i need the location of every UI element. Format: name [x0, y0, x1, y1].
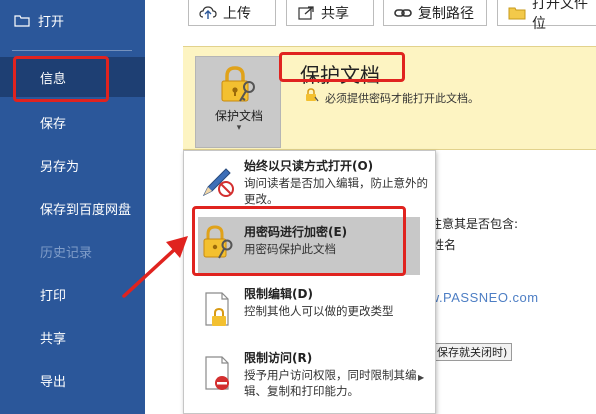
sidebar-item-label: 另存为: [40, 159, 80, 175]
open-location-button-label: 打开文件位: [532, 0, 588, 32]
protect-document-description: 必须提供密码才能打开此文档。: [325, 92, 479, 105]
share-button[interactable]: 共享: [286, 0, 374, 26]
protect-document-button[interactable]: 保护文档 ▾: [195, 56, 281, 148]
menu-item-title: 限制编辑(D): [244, 287, 313, 301]
open-folder-icon: [14, 13, 30, 27]
sidebar-item-label: 打印: [40, 288, 67, 304]
copy-path-button-label: 复制路径: [418, 5, 474, 22]
sidebar-item-share[interactable]: 共享: [0, 317, 145, 357]
document-lock-icon: [200, 289, 236, 329]
protect-document-menu: 始终以只读方式打开(O) 询问读者是否加入编辑，防止意外的更改。 用密码进行加密…: [183, 150, 436, 414]
share-icon: [297, 5, 315, 21]
info-partial-text: 注意其是否包含:: [430, 217, 519, 231]
menu-item-restrict-editing[interactable]: 限制编辑(D) 控制其他人可以做的更改类型: [184, 279, 435, 339]
highlight-box-info: [13, 56, 109, 102]
info-partial-button[interactable]: 保存就关闭时): [432, 343, 513, 361]
menu-item-description: 询问读者是否加入编辑，防止意外的更改。: [244, 176, 428, 206]
sidebar-item-label: 共享: [40, 331, 67, 347]
sidebar-item-export[interactable]: 导出: [0, 360, 145, 400]
sidebar-divider: [12, 50, 132, 51]
document-block-icon: [200, 353, 236, 393]
sidebar-item-label: 保存: [40, 116, 67, 132]
highlight-box-title: [279, 52, 405, 82]
menu-item-restrict-access[interactable]: 限制访问(R) 授予用户访问权限，同时限制其编辑、复制和打印能力。: [184, 343, 435, 413]
open-location-button[interactable]: 打开文件位: [497, 0, 596, 32]
sidebar-item-label: 打开: [38, 14, 65, 30]
lock-key-icon: [218, 65, 258, 105]
sidebar-item-open[interactable]: 打开: [0, 0, 145, 40]
cloud-upload-icon: [199, 5, 217, 21]
menu-item-description: 授予用户访问权限，同时限制其编辑、复制和打印能力。: [244, 368, 417, 398]
small-lock-icon: [305, 88, 319, 102]
link-icon: [394, 5, 412, 21]
sidebar-item-save-baidu[interactable]: 保存到百度网盘: [0, 188, 145, 228]
protect-document-button-label: 保护文档: [214, 109, 263, 123]
upload-button-label: 上传: [223, 5, 251, 22]
highlight-box-encrypt: [192, 206, 406, 276]
sidebar-item-save[interactable]: 保存: [0, 102, 145, 142]
menu-item-title: 限制访问(R): [244, 351, 313, 365]
red-arrow-annotation: [122, 236, 188, 298]
menu-item-description: 控制其他人可以做的更改类型: [244, 304, 394, 318]
sidebar-item-label: 导出: [40, 374, 67, 390]
menu-item-read-only[interactable]: 始终以只读方式打开(O) 询问读者是否加入编辑，防止意外的更改。: [184, 151, 435, 211]
chevron-down-icon: ▾: [236, 123, 242, 133]
sidebar-item-save-as[interactable]: 另存为: [0, 145, 145, 185]
copy-path-button[interactable]: 复制路径: [383, 0, 487, 26]
share-button-label: 共享: [321, 5, 349, 22]
sidebar-item-label: 保存到百度网盘: [40, 202, 132, 218]
pencil-no-icon: [200, 161, 236, 201]
chevron-right-icon: ▶: [418, 373, 425, 382]
folder-icon: [508, 5, 526, 21]
menu-item-title: 始终以只读方式打开(O): [244, 159, 374, 173]
upload-button[interactable]: 上传: [188, 0, 276, 26]
sidebar-item-label: 历史记录: [40, 245, 93, 261]
